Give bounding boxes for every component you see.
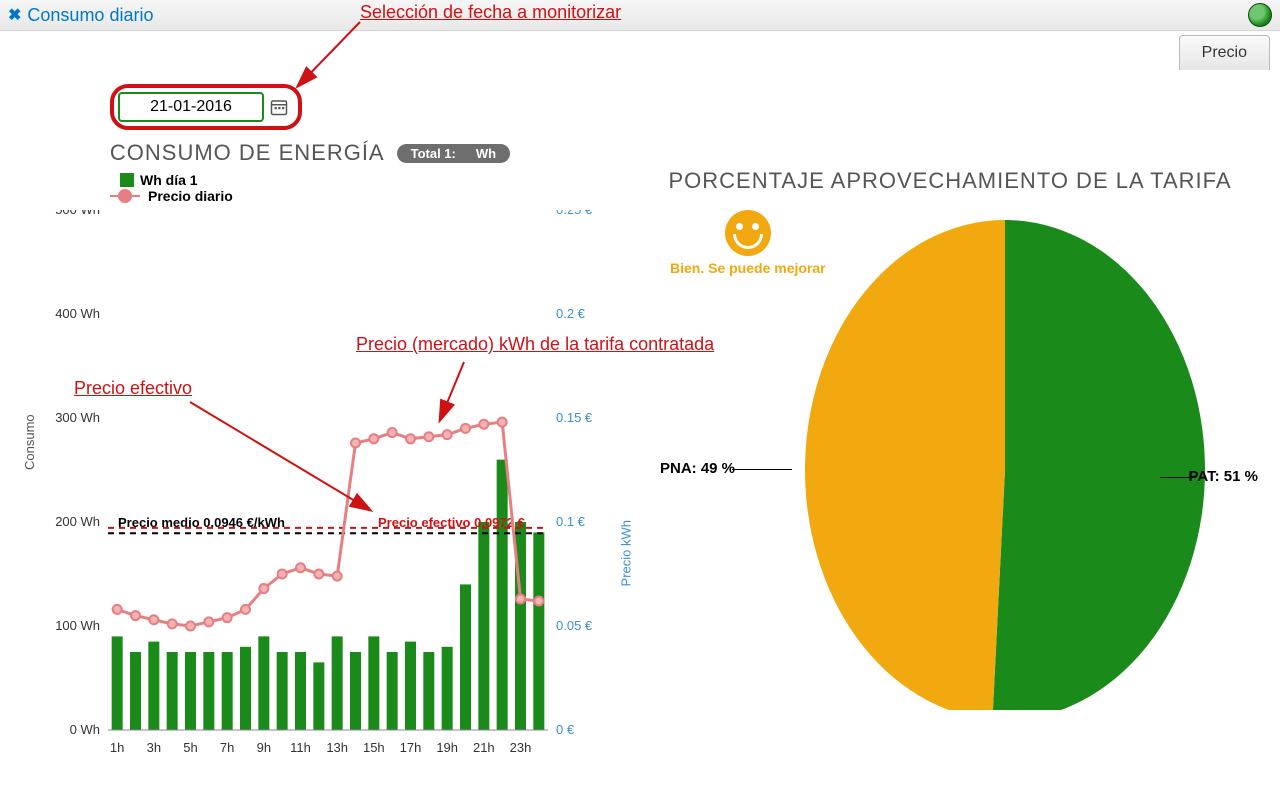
legend-line-label: Precio diario [148, 188, 233, 204]
header-bar: ✖ Consumo diario [0, 0, 1280, 31]
svg-text:7h: 7h [220, 740, 234, 755]
y-axis-left-label: Consumo [22, 414, 37, 470]
total-badge-unit: Wh [476, 146, 496, 161]
toolbar: Precio [0, 31, 1280, 70]
svg-text:400 Wh: 400 Wh [55, 306, 100, 321]
smiley-icon [725, 210, 771, 256]
svg-text:9h: 9h [257, 740, 271, 755]
legend-bar-swatch [120, 173, 134, 187]
pie-label-pna: PNA: 49 % [660, 460, 735, 477]
svg-text:Precio medio 0.0946 €/kWh: Precio medio 0.0946 €/kWh [118, 515, 285, 530]
legend-bar-label: Wh día 1 [140, 172, 198, 188]
svg-text:500 Wh: 500 Wh [55, 210, 100, 217]
svg-text:0.05 €: 0.05 € [556, 618, 593, 633]
svg-text:200 Wh: 200 Wh [55, 514, 100, 529]
close-icon[interactable]: ✖ [8, 5, 21, 25]
pie-label-pat: PAT: 51 % [1189, 468, 1258, 485]
svg-text:3h: 3h [147, 740, 161, 755]
svg-text:21h: 21h [473, 740, 495, 755]
svg-text:0.1 €: 0.1 € [556, 514, 586, 529]
svg-text:19h: 19h [436, 740, 458, 755]
legend-line-swatch [118, 189, 132, 203]
chart-legend: Wh día 1 Precio diario [120, 172, 620, 204]
calendar-icon[interactable] [270, 98, 288, 116]
svg-text:0 Wh: 0 Wh [70, 722, 100, 737]
svg-text:0.15 €: 0.15 € [556, 410, 593, 425]
svg-text:5h: 5h [183, 740, 197, 755]
globe-icon[interactable] [1248, 3, 1272, 27]
date-input[interactable] [118, 92, 264, 122]
precio-button[interactable]: Precio [1179, 35, 1270, 70]
tariff-pie-chart: PORCENTAJE APROVECHAMIENTO DE LA TARIFA … [620, 140, 1280, 790]
svg-text:17h: 17h [400, 740, 422, 755]
svg-text:15h: 15h [363, 740, 385, 755]
svg-text:11h: 11h [290, 740, 311, 755]
total-badge-label: Total 1: [411, 146, 456, 161]
svg-text:23h: 23h [510, 740, 532, 755]
svg-text:1h: 1h [110, 740, 124, 755]
svg-text:0.25 €: 0.25 € [556, 210, 593, 217]
energy-chart-svg: 0 Wh 100 Wh 200 Wh 300 Wh 400 Wh 500 Wh 0 € 0.0… [36, 210, 606, 770]
svg-text:0 €: 0 € [556, 722, 575, 737]
total-badge: Total 1: Wh [397, 144, 510, 163]
svg-text:13h: 13h [326, 740, 348, 755]
svg-text:0.2 €: 0.2 € [556, 306, 586, 321]
energy-chart-title: CONSUMO DE ENERGÍA [110, 140, 385, 166]
pie-chart-title: PORCENTAJE APROVECHAMIENTO DE LA TARIFA [620, 168, 1280, 194]
svg-text:100 Wh: 100 Wh [55, 618, 100, 633]
svg-text:300 Wh: 300 Wh [55, 410, 100, 425]
date-picker-wrap [110, 84, 302, 130]
energy-chart: CONSUMO DE ENERGÍA Total 1: Wh Wh día 1 … [0, 140, 620, 790]
pie-svg [790, 210, 1220, 710]
svg-text:Precio efectivo 0.0972 €: Precio efectivo 0.0972 € [378, 515, 525, 530]
page-title: Consumo diario [27, 5, 153, 26]
